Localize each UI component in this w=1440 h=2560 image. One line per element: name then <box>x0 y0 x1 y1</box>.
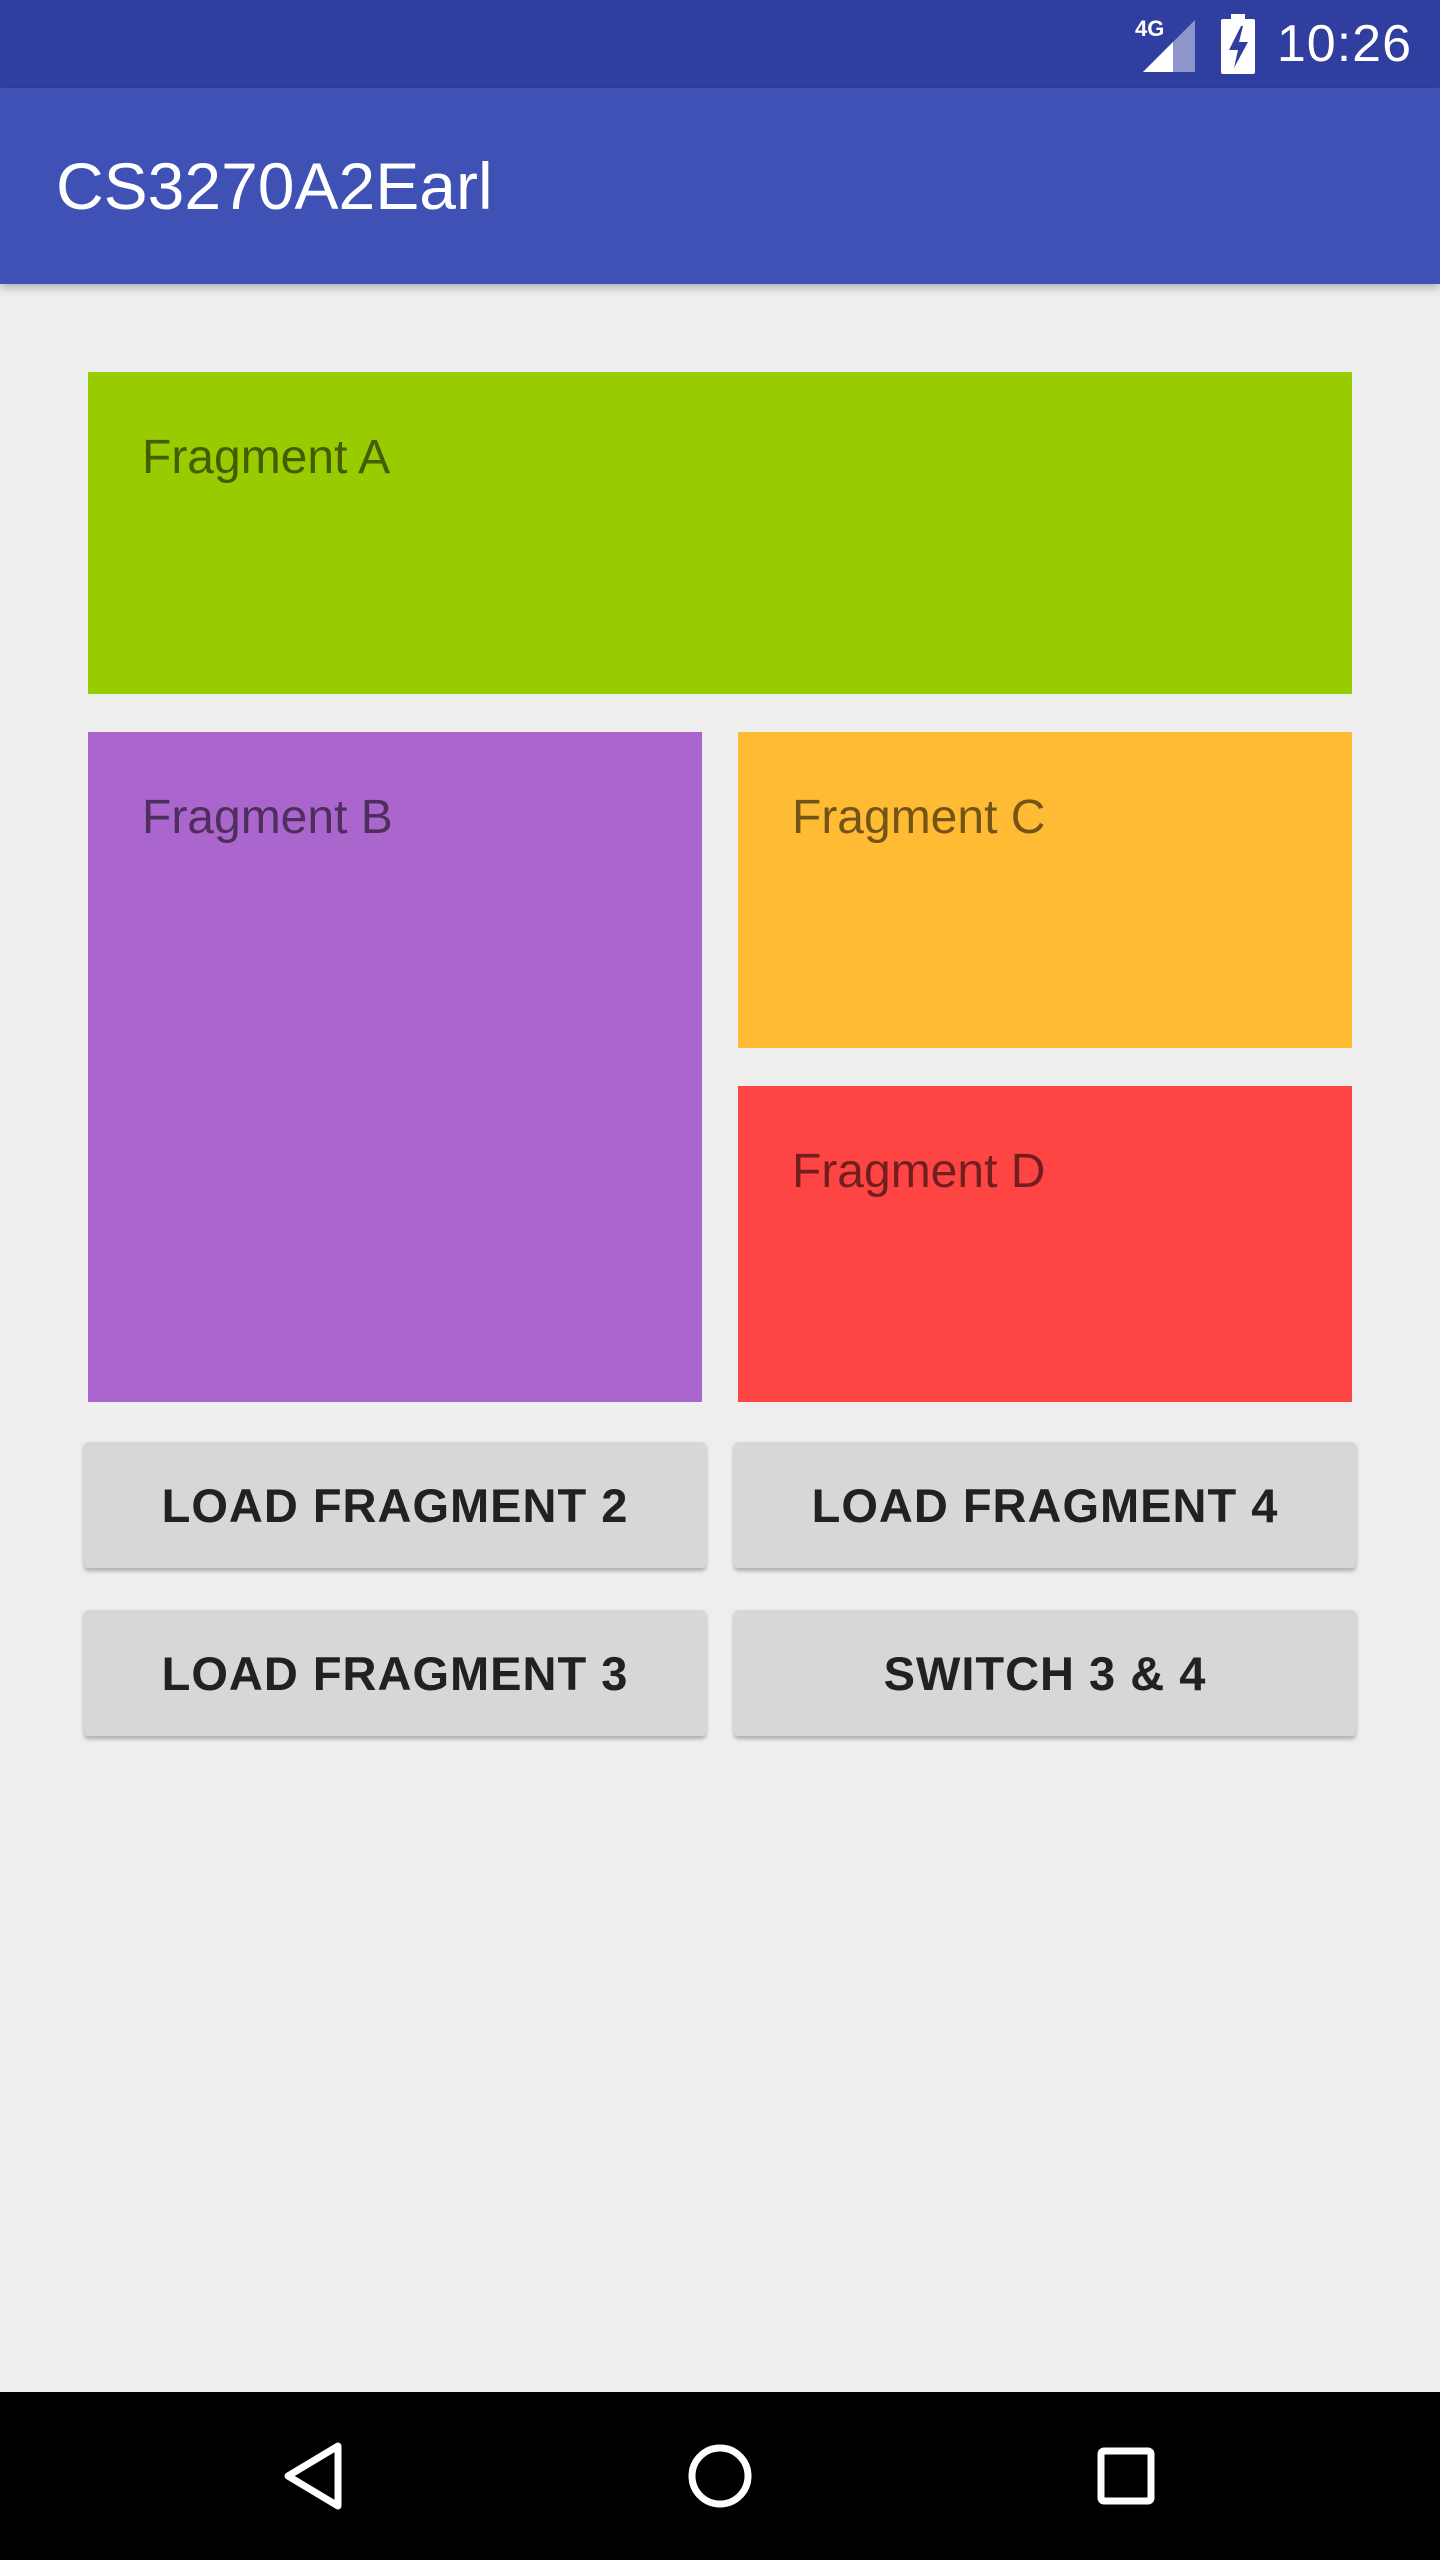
status-icons: 4G 10:26 <box>1133 0 1412 88</box>
fragment-c-label: Fragment C <box>792 791 1046 844</box>
battery-charging-icon <box>1220 14 1255 74</box>
back-button[interactable] <box>264 2426 364 2526</box>
fragment-d: Fragment D <box>738 1086 1352 1402</box>
load-fragment-2-button[interactable]: LOAD FRAGMENT 2 <box>84 1442 706 1568</box>
fragment-d-label: Fragment D <box>792 1145 1046 1198</box>
fragment-c: Fragment C <box>738 732 1352 1048</box>
signal-4g-icon: 4G <box>1133 14 1199 74</box>
app-title: CS3270A2Earl <box>56 149 493 223</box>
fragment-a: Fragment A <box>88 372 1352 694</box>
home-icon <box>688 2444 752 2508</box>
navigation-bar <box>0 2392 1440 2560</box>
recents-button[interactable] <box>1076 2426 1176 2526</box>
load-fragment-4-button[interactable]: LOAD FRAGMENT 4 <box>734 1442 1356 1568</box>
fragment-a-label: Fragment A <box>142 431 391 484</box>
fragment-b-label: Fragment B <box>142 791 393 844</box>
home-button[interactable] <box>670 2426 770 2526</box>
recents-icon <box>1097 2447 1155 2505</box>
app-bar: CS3270A2Earl <box>0 88 1440 284</box>
status-bar: 4G 10:26 <box>0 0 1440 88</box>
fragment-b: Fragment B <box>88 732 702 1402</box>
switch-3-4-button[interactable]: SWITCH 3 & 4 <box>734 1610 1356 1736</box>
load-fragment-3-button[interactable]: LOAD FRAGMENT 3 <box>84 1610 706 1736</box>
status-time: 10:26 <box>1276 15 1412 73</box>
network-type-label: 4G <box>1135 16 1164 41</box>
back-icon <box>284 2442 342 2510</box>
